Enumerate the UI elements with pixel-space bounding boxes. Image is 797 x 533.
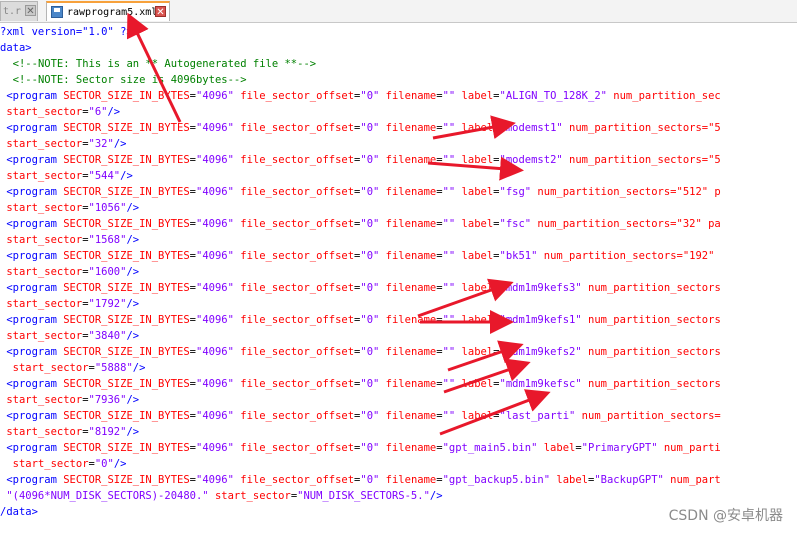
annotation-arrow — [126, 12, 182, 123]
annotation-arrow — [447, 340, 524, 372]
annotation-arrow — [432, 115, 516, 140]
annotation-arrow — [427, 156, 524, 181]
annotation-arrows — [126, 12, 551, 436]
annotation-arrow — [439, 389, 551, 436]
watermark: CSDN @安卓机器 — [668, 508, 783, 524]
annotation-arrow — [417, 278, 514, 318]
